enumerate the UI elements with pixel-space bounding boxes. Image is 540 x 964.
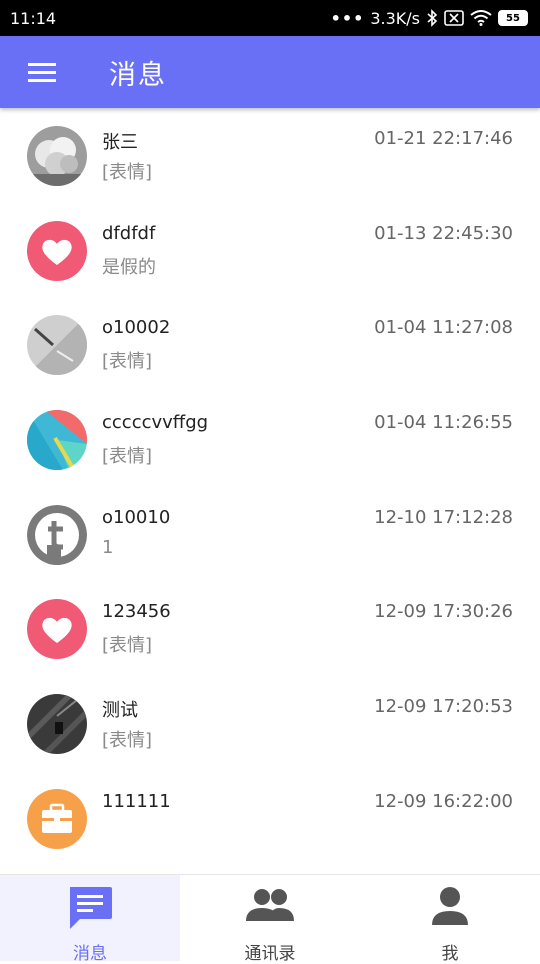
message-time: 12-09 17:20:53 — [374, 696, 513, 718]
battery-icon: 55 — [498, 10, 528, 26]
conversation-item[interactable]: o10002 01-04 11:27:08 [表情] — [0, 297, 540, 392]
contact-name: 111111 — [102, 790, 171, 812]
contacts-icon — [243, 883, 297, 935]
avatar — [27, 126, 87, 186]
avatar — [27, 788, 87, 849]
avatar — [27, 220, 87, 281]
chat-icon — [66, 883, 114, 935]
conversation-item[interactable]: o10010 12-10 17:12:28 1 — [0, 487, 540, 582]
contact-name: 张三 — [102, 132, 138, 153]
message-time: 01-04 11:27:08 — [374, 317, 513, 339]
conversation-item[interactable]: cccccvvffgg 01-04 11:26:55 [表情] — [0, 392, 540, 487]
message-time: 12-09 17:30:26 — [374, 601, 513, 623]
heart-icon — [27, 220, 87, 281]
message-preview: [表情] — [102, 730, 153, 752]
desk-photo-icon — [27, 315, 87, 376]
person-icon — [426, 883, 474, 935]
network-speed: 3.3K/s — [370, 8, 420, 28]
dots-icon: ••• — [330, 8, 365, 28]
contact-name: o10010 — [102, 506, 171, 528]
message-time: 12-10 17:12:28 — [374, 506, 513, 528]
app-bar: 消息 — [0, 36, 540, 108]
avatar — [27, 599, 87, 660]
message-time: 01-21 22:17:46 — [374, 128, 513, 149]
tab-label: 通讯录 — [244, 944, 296, 964]
t-logo-icon — [27, 504, 87, 565]
message-time: 12-09 16:22:00 — [374, 790, 513, 812]
bluetooth-icon — [426, 9, 438, 27]
message-preview: [表情] — [102, 446, 153, 468]
contact-name: o10002 — [102, 317, 171, 339]
message-time: 01-13 22:45:30 — [374, 222, 513, 244]
conversation-item[interactable]: 123456 12-09 17:30:26 [表情] — [0, 581, 540, 676]
dark-photo-icon — [27, 694, 87, 755]
avatar — [27, 694, 87, 755]
tab-label: 消息 — [73, 944, 107, 964]
status-time: 11:14 — [10, 8, 57, 28]
message-preview: 是假的 — [102, 256, 156, 278]
bottom-nav: 消息 通讯录 我 — [0, 874, 540, 964]
contact-name: 测试 — [102, 700, 138, 722]
tab-messages[interactable]: 消息 — [0, 875, 180, 964]
conversation-item[interactable]: 111111 12-09 16:22:00 — [0, 771, 540, 866]
heart-icon — [27, 599, 87, 660]
tab-label: 我 — [441, 944, 459, 964]
status-icons: ••• 3.3K/s 55 — [331, 9, 528, 28]
tab-contacts[interactable]: 通讯录 — [180, 875, 360, 964]
avatar — [27, 315, 87, 376]
status-bar: 11:14 ••• 3.3K/s 55 — [0, 0, 540, 36]
message-time: 01-04 11:26:55 — [374, 412, 513, 434]
contact-name: cccccvvffgg — [102, 412, 209, 434]
avatar — [27, 410, 87, 471]
wifi-icon — [470, 10, 492, 26]
cloud-photo-icon — [27, 126, 87, 186]
message-preview: 1 — [102, 536, 114, 558]
conversation-item[interactable]: 测试 12-09 17:20:53 [表情] — [0, 676, 540, 771]
material-pattern-icon — [27, 410, 87, 471]
message-preview: [表情] — [102, 351, 153, 373]
message-preview: [表情] — [102, 635, 153, 657]
conversation-item[interactable]: dfdfdf 01-13 22:45:30 是假的 — [0, 203, 540, 298]
avatar — [27, 504, 87, 565]
contact-name: dfdfdf — [102, 222, 156, 244]
menu-icon[interactable] — [28, 58, 56, 87]
contact-name: 123456 — [102, 601, 171, 623]
conversation-item[interactable]: 张三 01-21 22:17:46 [表情] — [0, 108, 540, 203]
page-title: 消息 — [109, 59, 167, 91]
no-sim-icon — [444, 10, 464, 26]
conversation-list: 张三 01-21 22:17:46 [表情] dfdfdf 01-13 22:4… — [0, 108, 540, 866]
tab-me[interactable]: 我 — [360, 875, 540, 964]
message-preview: [表情] — [102, 162, 153, 183]
briefcase-icon — [27, 788, 87, 849]
